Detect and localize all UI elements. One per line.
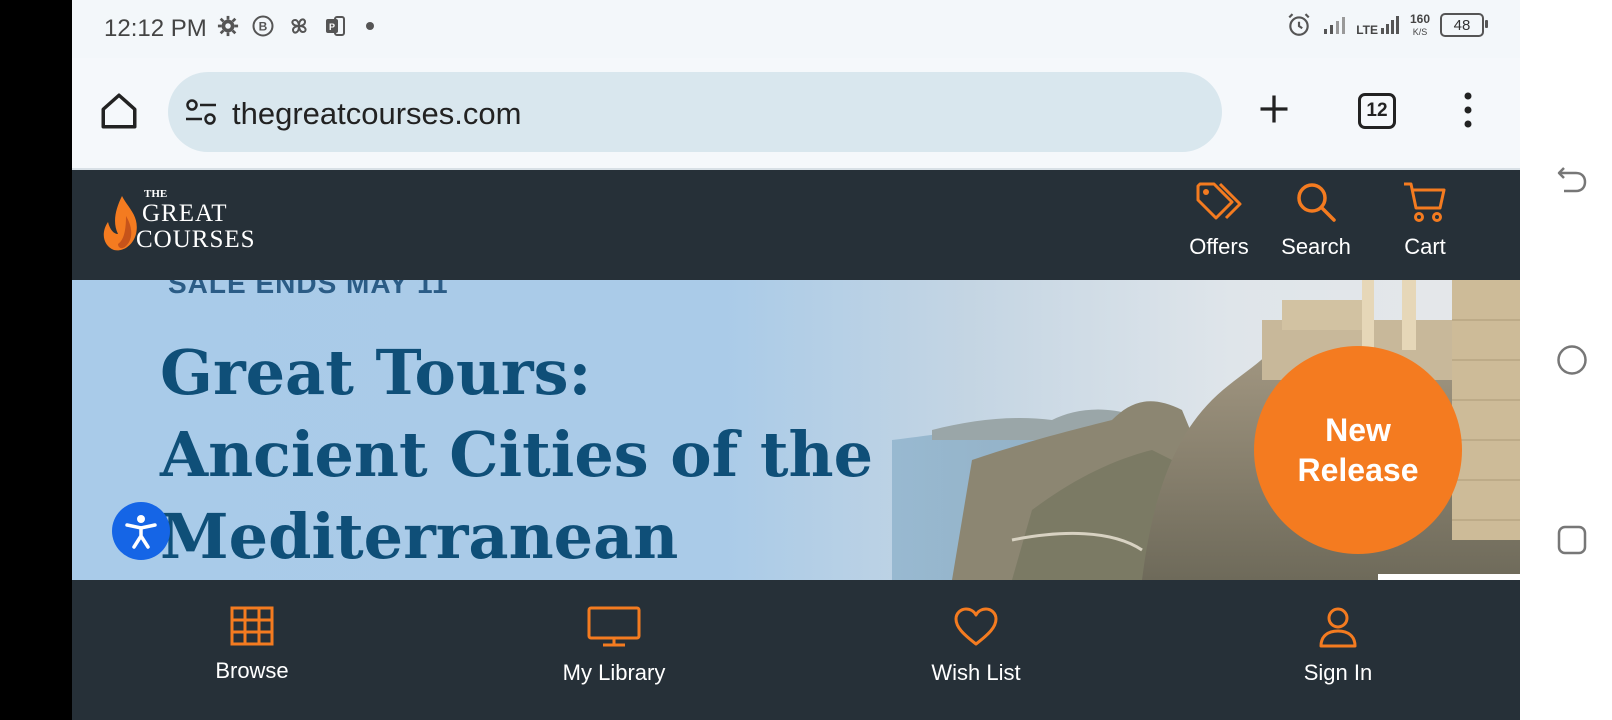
battery-icon: 48: [1440, 13, 1488, 37]
back-icon[interactable]: [1556, 164, 1588, 194]
network-speed: 160 K/S: [1410, 13, 1430, 38]
nav-browse-label: Browse: [215, 658, 289, 683]
logo-the: THE: [144, 188, 168, 200]
badge-line2: Release: [1297, 452, 1419, 488]
nav-sign-in-label: Sign In: [1303, 660, 1373, 685]
nav-sign-in[interactable]: Sign In: [1238, 606, 1438, 686]
nav-browse[interactable]: Browse: [152, 606, 352, 684]
site-settings-icon[interactable]: [184, 98, 218, 126]
battery-level: 48: [1453, 16, 1471, 34]
accessibility-button[interactable]: [112, 502, 170, 560]
search-icon: [1297, 183, 1336, 222]
lte-signal-icon: [1380, 16, 1399, 34]
nav-my-library-label: My Library: [562, 660, 666, 685]
banner-title-line2: Ancient Cities of the: [160, 418, 874, 491]
nav-search[interactable]: Search: [1268, 180, 1364, 260]
status-bar: 12:12 PM B P LTE 160 K/S 48: [72, 0, 1520, 58]
tab-count: 12: [1366, 100, 1388, 121]
address-bar[interactable]: thegreatcourses.com: [168, 72, 1222, 152]
new-release-badge: New Release: [1254, 346, 1462, 554]
banner-title-line1: Great Tours:: [160, 336, 592, 409]
status-time: 12:12 PM: [104, 15, 207, 42]
phone-screen: 12:12 PM B P LTE 160 K/S 48 thegreatcour…: [72, 0, 1520, 720]
status-left-icons: B P: [217, 14, 381, 38]
user-icon: [1319, 607, 1357, 648]
heart-icon: [954, 607, 998, 646]
grid-icon: [230, 606, 274, 646]
logo-great: GREAT: [142, 200, 228, 227]
dot-icon: [366, 22, 374, 30]
lte-signal: LTE: [1356, 14, 1400, 36]
svg-text:B: B: [259, 20, 268, 34]
great-courses-logo[interactable]: THE GREAT COURSES: [100, 188, 260, 260]
speed-value: 160: [1409, 11, 1430, 26]
logo-courses: COURSES: [136, 226, 256, 253]
cart-icon: [1404, 182, 1446, 222]
pinwheel-icon: [291, 18, 307, 34]
nav-cart-label: Cart: [1404, 234, 1446, 259]
app-notification-icon: P: [326, 16, 345, 36]
sale-text: SALE ENDS MAY 11: [168, 280, 449, 299]
status-right-icons: LTE 160 K/S 48: [1286, 12, 1488, 38]
b-badge-icon: B: [252, 15, 274, 37]
browser-toolbar: thegreatcourses.com 12: [72, 58, 1520, 170]
nav-wish-list-label: Wish List: [931, 660, 1021, 685]
speed-unit: K/S: [1412, 26, 1428, 37]
bottom-nav: Browse My Library Wish List Sign In: [72, 580, 1520, 720]
nav-wish-list[interactable]: Wish List: [876, 606, 1076, 686]
accessibility-icon: [125, 515, 157, 549]
signal-icon: [1324, 17, 1346, 34]
nav-my-library[interactable]: My Library: [514, 606, 714, 686]
nav-search-label: Search: [1281, 234, 1351, 259]
monitor-icon: [587, 606, 641, 647]
new-tab-icon[interactable]: [1256, 91, 1292, 127]
tag-icon: [1196, 182, 1242, 220]
left-black-bar: [0, 0, 72, 720]
recents-icon[interactable]: [1556, 524, 1588, 556]
badge-line1: New: [1325, 412, 1391, 448]
settings-icon: [217, 15, 239, 37]
nav-cart[interactable]: Cart: [1392, 180, 1458, 260]
more-menu-icon[interactable]: [1460, 90, 1476, 130]
banner-title: Great Tours: Ancient Cities of the Medit…: [160, 332, 873, 578]
nav-offers-label: Offers: [1189, 234, 1249, 259]
banner-title-line3: Mediterranean: [160, 500, 679, 573]
promo-banner[interactable]: SALE ENDS MAY 11 Great Tours: Ancient Ci…: [72, 280, 1520, 580]
svg-text:P: P: [329, 22, 335, 32]
alarm-icon: [1288, 13, 1310, 36]
home-circle-icon[interactable]: [1556, 344, 1588, 376]
site-header: THE GREAT COURSES Offers Search Cart: [72, 170, 1520, 280]
url-text[interactable]: thegreatcourses.com: [232, 96, 521, 132]
lte-label: LTE: [1356, 23, 1378, 37]
tab-switcher-button[interactable]: 12: [1358, 93, 1396, 129]
nav-offers[interactable]: Offers: [1176, 180, 1262, 260]
home-icon[interactable]: [98, 90, 140, 132]
system-nav-rail: [1520, 0, 1612, 720]
